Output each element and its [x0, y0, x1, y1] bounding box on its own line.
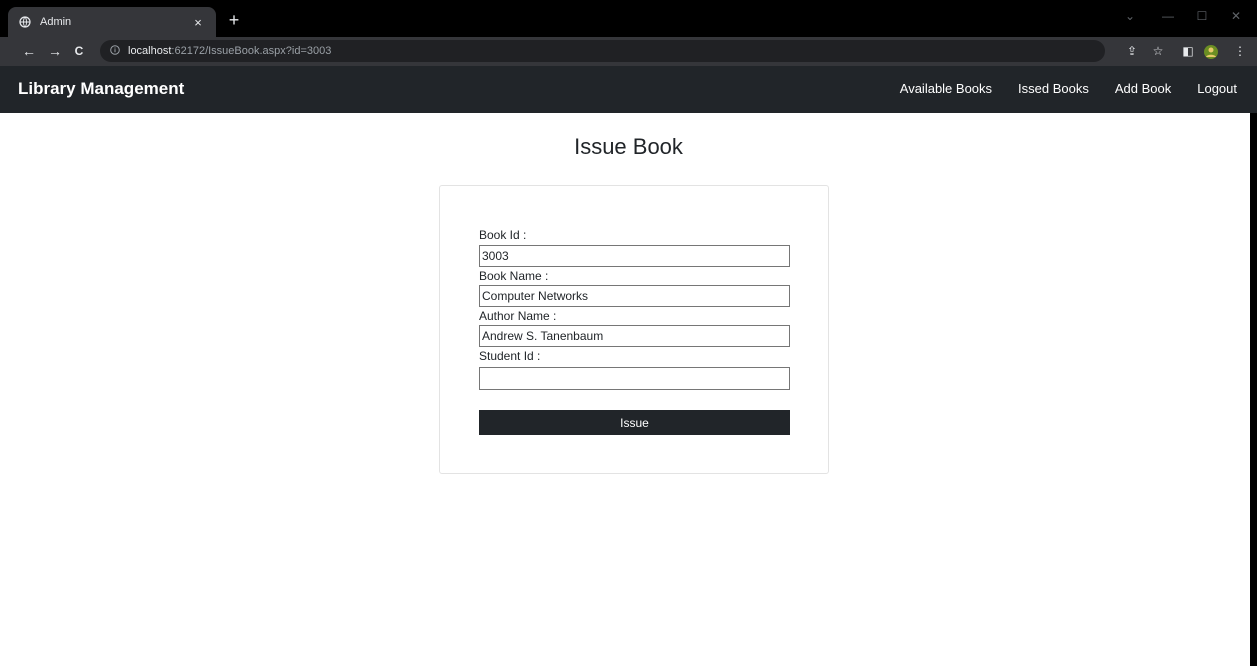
browser-toolbar: ← → C localhost :62172/IssueBook.aspx?id… — [0, 37, 1257, 66]
author-name-label: Author Name : — [479, 309, 557, 323]
share-icon[interactable]: ⇪ — [1124, 44, 1140, 58]
profile-icon[interactable] — [1203, 44, 1219, 63]
brand-title[interactable]: Library Management — [18, 79, 184, 99]
student-id-input[interactable] — [479, 367, 790, 390]
issue-button[interactable]: Issue — [479, 410, 790, 435]
menu-icon[interactable]: ⋮ — [1232, 44, 1248, 58]
address-bar[interactable]: localhost :62172/IssueBook.aspx?id=3003 — [100, 40, 1105, 62]
nav-link-available-books[interactable]: Available Books — [900, 81, 992, 96]
nav-link-logout[interactable]: Logout — [1197, 81, 1237, 96]
back-icon[interactable]: ← — [20, 43, 38, 59]
nav-links: Available Books Issed Books Add Book Log… — [874, 81, 1237, 96]
app-navbar: Library Management Available Books Issed… — [0, 66, 1257, 113]
browser-tab[interactable]: Admin × — [8, 7, 216, 37]
book-id-label: Book Id : — [479, 228, 527, 242]
forward-icon[interactable]: → — [46, 43, 64, 59]
info-icon[interactable] — [110, 44, 122, 58]
url-host: localhost — [128, 45, 172, 57]
star-icon[interactable]: ☆ — [1150, 44, 1166, 58]
sidepanel-icon[interactable]: ◧ — [1180, 44, 1196, 58]
globe-icon — [18, 15, 32, 29]
window-edge — [1250, 113, 1257, 666]
plus-icon[interactable]: + — [222, 9, 246, 31]
student-id-label: Student Id : — [479, 349, 541, 363]
url-path: :62172/IssueBook.aspx?id=3003 — [171, 45, 332, 57]
book-name-label: Book Name : — [479, 269, 549, 283]
maximize-icon[interactable]: ☐ — [1192, 9, 1212, 23]
close-icon[interactable]: × — [190, 15, 206, 30]
author-name-input[interactable] — [479, 325, 790, 347]
reload-icon[interactable]: C — [70, 43, 88, 59]
browser-tab-strip: Admin × + ⌄ — ☐ ✕ — [0, 0, 1257, 37]
book-name-input[interactable] — [479, 285, 790, 307]
nav-link-add-book[interactable]: Add Book — [1115, 81, 1171, 96]
tab-title: Admin — [40, 16, 72, 28]
minimize-icon[interactable]: — — [1158, 9, 1178, 23]
window-close-icon[interactable]: ✕ — [1226, 9, 1246, 23]
nav-link-issued-books[interactable]: Issed Books — [1018, 81, 1089, 96]
issue-book-form: Book Id : Book Name : Author Name : Stud… — [439, 185, 829, 474]
book-id-input[interactable] — [479, 245, 790, 267]
chevron-down-icon[interactable]: ⌄ — [1120, 9, 1140, 23]
page-title: Issue Book — [574, 134, 683, 159]
